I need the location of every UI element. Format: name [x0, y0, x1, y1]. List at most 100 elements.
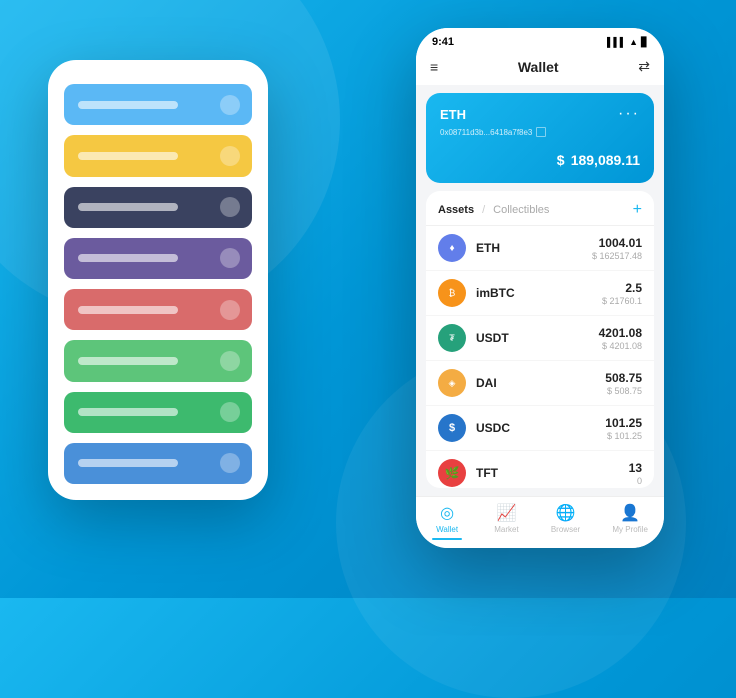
copy-icon[interactable]: [536, 127, 546, 137]
usdt-amount: 4201.08: [599, 326, 642, 340]
item-label: [78, 459, 178, 467]
asset-name-eth: ETH: [476, 241, 592, 255]
imbtc-usd: $ 21760.1: [602, 296, 642, 306]
item-icon: [220, 300, 240, 320]
asset-item-imbtc[interactable]: ₿ imBTC 2.5 $ 21760.1: [426, 271, 654, 316]
usdc-icon: $: [438, 414, 466, 442]
scan-icon[interactable]: ⇄: [638, 58, 650, 75]
signal-icon: ▌▌▌: [607, 37, 626, 47]
eth-amount: 1004.01: [592, 236, 642, 250]
list-item[interactable]: [64, 340, 252, 381]
usdc-usd: $ 101.25: [605, 431, 642, 441]
bottom-nav: ◎ Wallet 📈 Market 🌐 Browser 👤 My Profile: [416, 496, 664, 548]
front-phone: 9:41 ▌▌▌ ▲ ▊ ≡ Wallet ⇄ ETH ··· 0x08711d…: [416, 28, 664, 548]
nav-browser[interactable]: 🌐 Browser: [551, 503, 580, 540]
list-item[interactable]: [64, 187, 252, 228]
usdt-icon: ₮: [438, 324, 466, 352]
nav-profile[interactable]: 👤 My Profile: [612, 503, 648, 540]
item-label: [78, 203, 178, 211]
wifi-icon: ▲: [629, 37, 638, 47]
asset-name-usdc: USDC: [476, 421, 605, 435]
wallet-nav-label: Wallet: [436, 525, 458, 534]
status-icons: ▌▌▌ ▲ ▊: [607, 37, 648, 48]
item-icon: [220, 248, 240, 268]
wallet-card: ETH ··· 0x08711d3b...6418a7f8e3 $ 189,08…: [426, 93, 654, 183]
dai-amount: 508.75: [605, 371, 642, 385]
back-phone: [48, 60, 268, 500]
asset-item-eth[interactable]: ♦ ETH 1004.01 $ 162517.48: [426, 226, 654, 271]
imbtc-icon: ₿: [438, 279, 466, 307]
item-icon: [220, 351, 240, 371]
usdc-amounts: 101.25 $ 101.25: [605, 416, 642, 441]
item-icon: [220, 95, 240, 115]
asset-item-usdc[interactable]: $ USDC 101.25 $ 101.25: [426, 406, 654, 451]
profile-nav-label: My Profile: [612, 525, 648, 534]
balance-amount: 189,089.11: [571, 152, 640, 168]
item-label: [78, 152, 178, 160]
browser-nav-label: Browser: [551, 525, 580, 534]
list-item[interactable]: [64, 289, 252, 330]
usdt-amounts: 4201.08 $ 4201.08: [599, 326, 642, 351]
imbtc-amount: 2.5: [602, 281, 642, 295]
market-nav-icon: 📈: [497, 503, 517, 523]
market-nav-label: Market: [494, 525, 518, 534]
status-time: 9:41: [432, 36, 454, 48]
nav-market[interactable]: 📈 Market: [494, 503, 518, 540]
wallet-address-text: 0x08711d3b...6418a7f8e3: [440, 128, 532, 137]
tft-icon: 🌿: [438, 459, 466, 487]
eth-usd: $ 162517.48: [592, 251, 642, 261]
item-icon: [220, 146, 240, 166]
eth-icon: ♦: [438, 234, 466, 262]
dai-icon: ◈: [438, 369, 466, 397]
nav-active-indicator: [432, 538, 462, 540]
wallet-balance: $ 189,089.11: [440, 145, 640, 171]
wallet-address: 0x08711d3b...6418a7f8e3: [440, 127, 640, 137]
usdt-usd: $ 4201.08: [599, 341, 642, 351]
battery-icon: ▊: [641, 37, 648, 48]
item-label: [78, 306, 178, 314]
tft-usd: 0: [629, 476, 642, 486]
item-icon: [220, 197, 240, 217]
wallet-more-icon[interactable]: ···: [618, 105, 640, 123]
menu-icon[interactable]: ≡: [430, 59, 438, 75]
asset-name-tft: TFT: [476, 466, 629, 480]
imbtc-amounts: 2.5 $ 21760.1: [602, 281, 642, 306]
item-label: [78, 254, 178, 262]
item-label: [78, 357, 178, 365]
asset-name-imbtc: imBTC: [476, 286, 602, 300]
tft-amounts: 13 0: [629, 461, 642, 486]
item-label: [78, 101, 178, 109]
asset-name-dai: DAI: [476, 376, 605, 390]
tab-collectibles[interactable]: Collectibles: [493, 204, 549, 216]
currency-symbol: $: [557, 152, 565, 168]
add-asset-button[interactable]: +: [633, 201, 642, 219]
list-item[interactable]: [64, 443, 252, 484]
eth-amounts: 1004.01 $ 162517.48: [592, 236, 642, 261]
asset-item-tft[interactable]: 🌿 TFT 13 0: [426, 451, 654, 488]
tft-amount: 13: [629, 461, 642, 475]
tab-divider: /: [482, 204, 485, 216]
assets-tabs: Assets / Collectibles: [438, 204, 549, 216]
asset-item-usdt[interactable]: ₮ USDT 4201.08 $ 4201.08: [426, 316, 654, 361]
profile-nav-icon: 👤: [620, 503, 640, 523]
dai-usd: $ 508.75: [605, 386, 642, 396]
assets-header: Assets / Collectibles +: [426, 191, 654, 226]
nav-wallet[interactable]: ◎ Wallet: [432, 503, 462, 540]
tab-assets[interactable]: Assets: [438, 204, 474, 216]
item-label: [78, 408, 178, 416]
dai-amounts: 508.75 $ 508.75: [605, 371, 642, 396]
list-item[interactable]: [64, 84, 252, 125]
status-bar: 9:41 ▌▌▌ ▲ ▊: [416, 28, 664, 52]
list-item[interactable]: [64, 392, 252, 433]
asset-name-usdt: USDT: [476, 331, 599, 345]
asset-list: ♦ ETH 1004.01 $ 162517.48 ₿ imBTC 2.5 $ …: [426, 226, 654, 488]
list-item[interactable]: [64, 135, 252, 176]
app-header: ≡ Wallet ⇄: [416, 52, 664, 85]
asset-item-dai[interactable]: ◈ DAI 508.75 $ 508.75: [426, 361, 654, 406]
list-item[interactable]: [64, 238, 252, 279]
browser-nav-icon: 🌐: [556, 503, 576, 523]
wallet-ticker: ETH: [440, 107, 466, 122]
assets-section: Assets / Collectibles + ♦ ETH 1004.01 $ …: [426, 191, 654, 488]
usdc-amount: 101.25: [605, 416, 642, 430]
page-title: Wallet: [518, 59, 559, 75]
